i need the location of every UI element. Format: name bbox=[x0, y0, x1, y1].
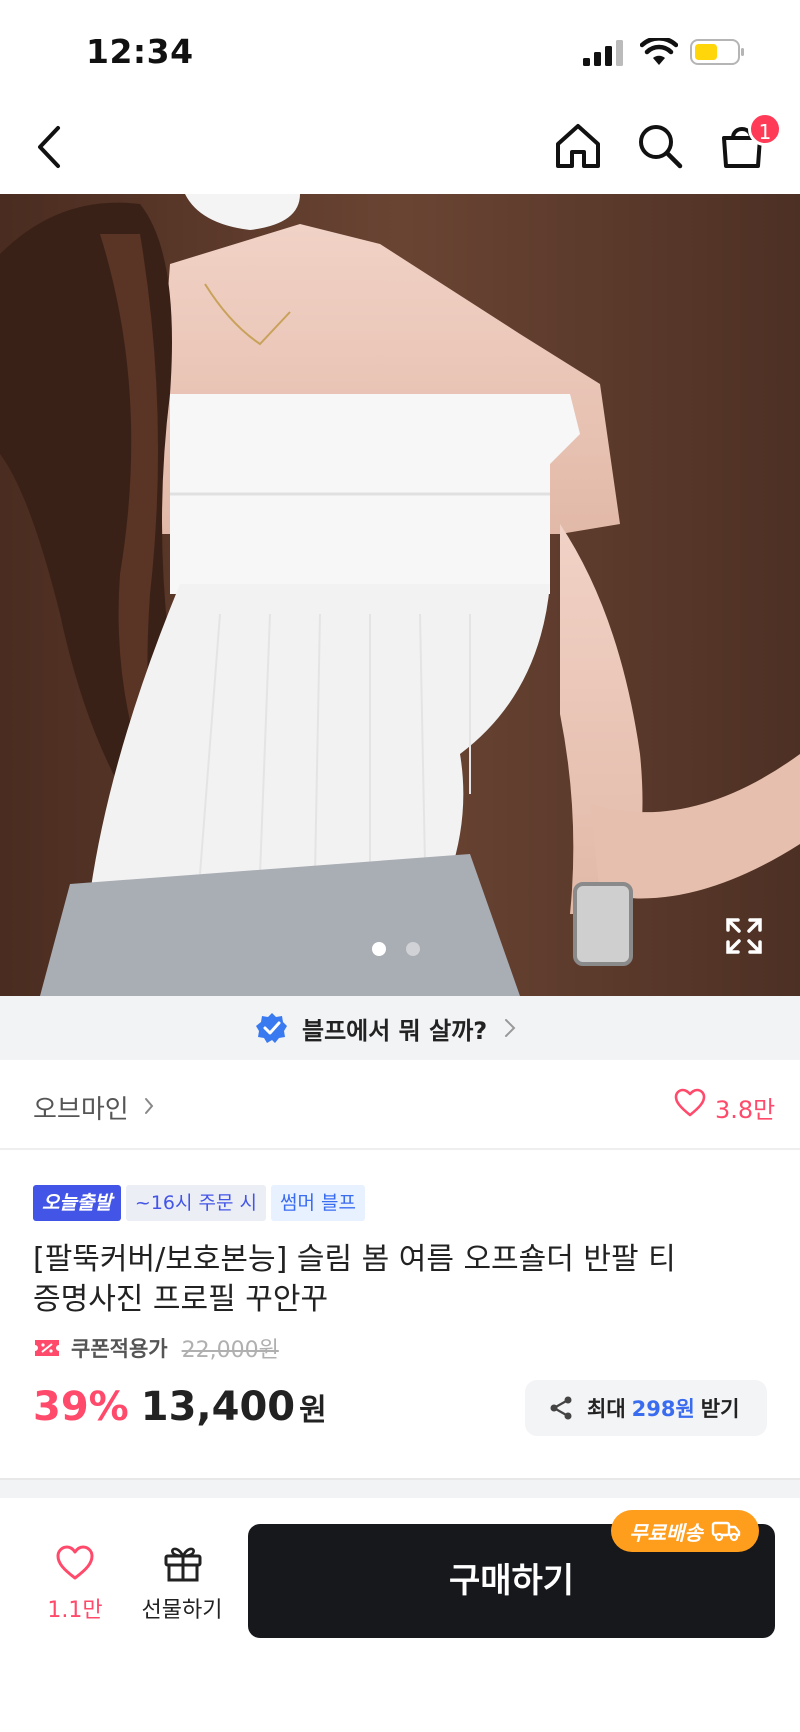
promo-text: 블프에서 뭐 살까? bbox=[302, 1016, 488, 1045]
carousel-indicator bbox=[372, 942, 432, 958]
status-bar: 12:34 bbox=[0, 0, 800, 100]
fullscreen-expand-icon[interactable] bbox=[724, 916, 764, 956]
search-icon[interactable] bbox=[634, 120, 686, 172]
price-unit: 원 bbox=[299, 1393, 327, 1428]
back-arrow-icon[interactable] bbox=[30, 122, 70, 172]
reward-prefix: 최대 bbox=[587, 1397, 626, 1421]
battery-icon bbox=[690, 39, 744, 65]
status-time: 12:34 bbox=[86, 32, 194, 71]
store-row: 오브마인 3.8만 bbox=[0, 1060, 800, 1150]
carousel-dot bbox=[406, 942, 420, 956]
product-title-line: [팔뚝커버/보호본능] 슬림 봄 여름 오프숄더 반팔 티 bbox=[33, 1242, 676, 1277]
gift-label: 선물하기 bbox=[141, 1598, 223, 1623]
reward-suffix: 받기 bbox=[700, 1397, 740, 1421]
top-navigation bbox=[0, 100, 800, 194]
product-title-line: 증명사진 프로필 꾸안꾸 bbox=[33, 1282, 329, 1317]
event-tag: 썸머 블프 bbox=[271, 1185, 365, 1221]
verified-badge-icon bbox=[256, 1013, 287, 1043]
chevron-right-icon bbox=[145, 1098, 154, 1114]
wishlist-button[interactable]: 1.1만 bbox=[40, 1544, 110, 1624]
carousel-dot-active bbox=[372, 942, 386, 956]
chevron-right-icon bbox=[505, 1019, 516, 1037]
product-image[interactable] bbox=[0, 194, 800, 996]
section-divider bbox=[0, 1478, 800, 1498]
store-name-link[interactable]: 오브마인 bbox=[33, 1089, 129, 1126]
wishlist-count: 1.1만 bbox=[47, 1598, 103, 1623]
discount-rate: 39% bbox=[33, 1384, 129, 1430]
share-icon bbox=[550, 1396, 572, 1420]
bottom-action-bar: 1.1만 선물하기 구매하기 무료배송 bbox=[0, 1498, 800, 1732]
order-cutoff-tag: ~16시 주문 시 bbox=[125, 1185, 267, 1221]
gift-icon bbox=[164, 1547, 202, 1582]
heart-icon bbox=[56, 1545, 94, 1580]
original-price: 22,000원 bbox=[181, 1338, 279, 1363]
product-photo bbox=[0, 194, 800, 996]
cellular-signal-icon bbox=[583, 40, 623, 66]
product-title: [팔뚝커버/보호본능] 슬림 봄 여름 오프숄더 반팔 티 증명사진 프로필 꾸… bbox=[33, 1240, 733, 1320]
home-icon[interactable] bbox=[552, 120, 604, 172]
cart-count-badge: 1 bbox=[748, 112, 782, 146]
coupon-icon bbox=[35, 1340, 59, 1356]
coupon-price-label: 쿠폰적용가 bbox=[71, 1337, 168, 1361]
coupon-row: 쿠폰적용가 22,000원 bbox=[33, 1332, 279, 1364]
truck-icon bbox=[711, 1521, 740, 1542]
wifi-icon bbox=[640, 38, 678, 65]
sale-price: 13,400 bbox=[140, 1384, 296, 1430]
free-shipping-label: 무료배송 bbox=[629, 1520, 703, 1545]
free-shipping-badge: 무료배송 bbox=[611, 1510, 759, 1552]
promo-banner[interactable]: 블프에서 뭐 살까? bbox=[0, 996, 800, 1060]
today-shipping-tag: 오늘출발 bbox=[33, 1185, 121, 1221]
product-tags: 오늘출발 ~16시 주문 시 썸머 블프 bbox=[33, 1185, 370, 1221]
store-like-count: 3.8만 bbox=[715, 1096, 776, 1124]
price-row: 39% 13,400 원 bbox=[33, 1384, 327, 1434]
gift-button[interactable]: 선물하기 bbox=[132, 1542, 232, 1624]
reward-amount: 298원 bbox=[631, 1397, 695, 1421]
heart-icon[interactable] bbox=[674, 1088, 706, 1118]
share-reward-button[interactable]: 최대 298원 받기 bbox=[525, 1380, 767, 1436]
